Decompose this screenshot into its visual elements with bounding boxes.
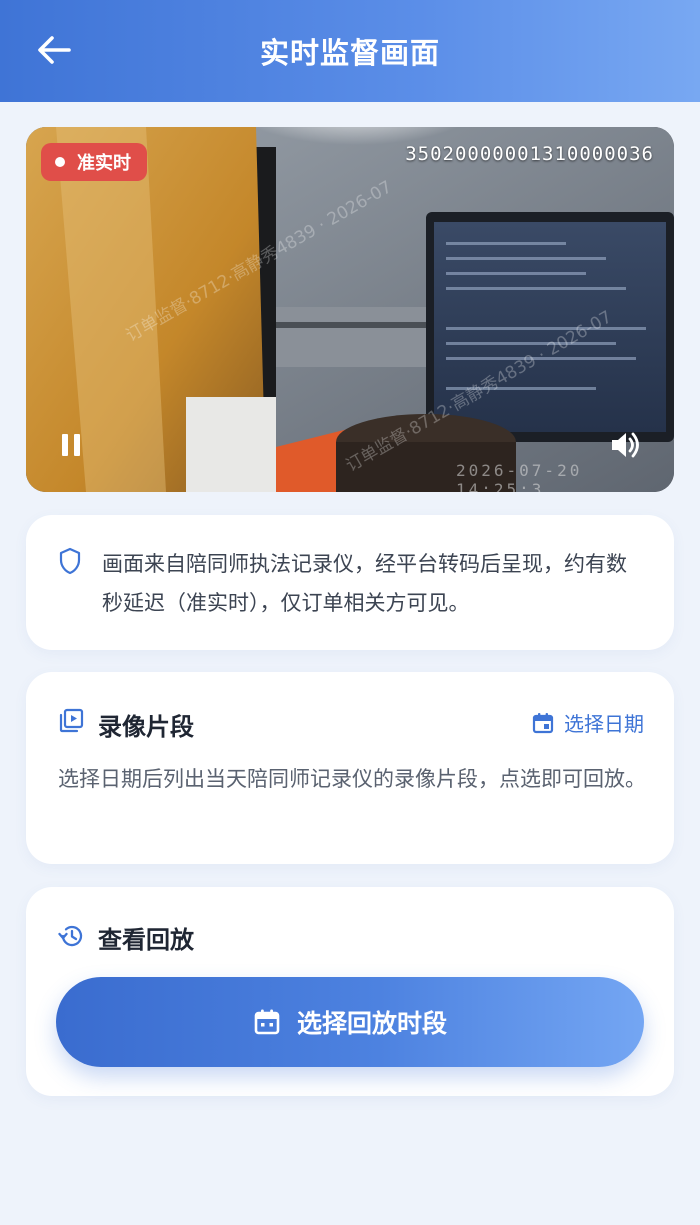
shield-icon — [59, 547, 81, 575]
recordings-card: 录像片段 选择日期 选择日期后列出当天陪同师记录仪的录像片段，点选即可回放。 — [26, 672, 674, 864]
pause-icon — [62, 434, 80, 456]
playback-card: 查看回放 选择回放时段 — [26, 887, 674, 1096]
video-library-icon — [59, 708, 84, 733]
video-frame — [26, 127, 674, 492]
privacy-notice-card: 画面来自陪同师执法记录仪，经平台转码后呈现，约有数秒延迟（准实时），仅订单相关方… — [26, 515, 674, 650]
video-timestamp: 2026-07-20 14:25:3 — [456, 461, 583, 492]
live-dot-icon — [55, 157, 65, 167]
page-title: 实时监督画面 — [259, 36, 440, 70]
pause-button[interactable] — [56, 427, 86, 463]
live-status-label: 准实时 — [77, 153, 131, 174]
privacy-notice-text: 画面来自陪同师执法记录仪，经平台转码后呈现，约有数秒延迟（准实时），仅订单相关方… — [102, 552, 627, 615]
select-playback-period-button[interactable]: 选择回放时段 — [56, 977, 644, 1067]
select-playback-period-label: 选择回放时段 — [296, 1009, 447, 1038]
device-id: 35020000001310000036 — [405, 143, 654, 165]
playback-title: 查看回放 — [98, 926, 194, 954]
app-header: 实时监督画面 — [0, 0, 700, 102]
pick-date-label: 选择日期 — [564, 712, 644, 736]
volume-button[interactable] — [608, 427, 644, 463]
calendar-icon — [254, 1009, 280, 1035]
calendar-icon — [532, 712, 554, 733]
pick-date-button[interactable]: 选择日期 — [532, 708, 644, 737]
live-video-player[interactable]: 订单监督·8712·高静秀4839 · 2026-07 订单监督·8712·高静… — [26, 127, 674, 492]
recordings-title: 录像片段 — [98, 713, 194, 741]
recordings-description: 选择日期后列出当天陪同师记录仪的录像片段，点选即可回放。 — [58, 767, 646, 791]
history-icon — [58, 925, 83, 947]
volume-icon — [612, 432, 639, 458]
live-status-badge: 准实时 — [41, 143, 147, 181]
